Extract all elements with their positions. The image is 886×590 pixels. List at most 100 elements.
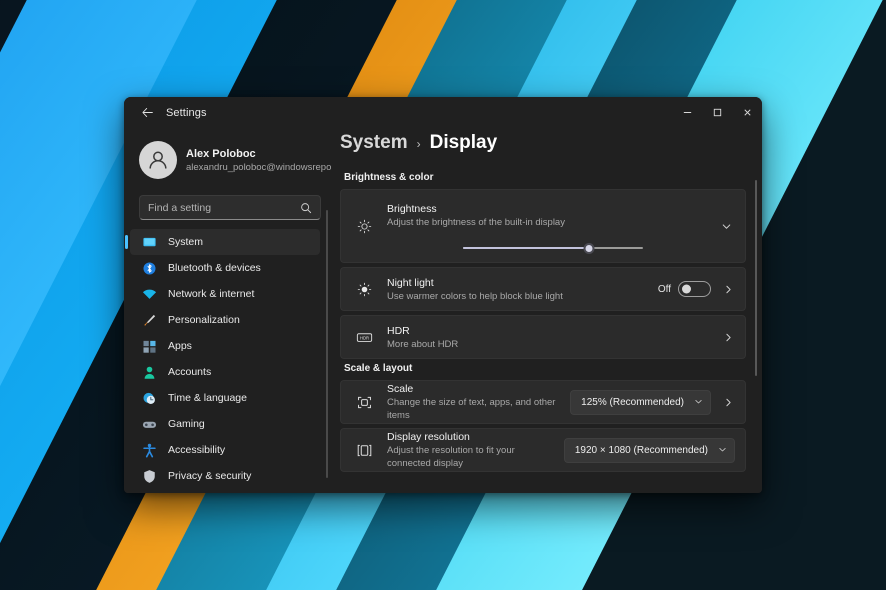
sidebar-item-accounts[interactable]: Accounts xyxy=(130,359,320,385)
expand-brightness-button[interactable] xyxy=(721,190,735,262)
chevron-right-icon xyxy=(725,333,731,341)
card-title: Scale xyxy=(387,383,414,395)
card-title: HDR xyxy=(387,324,410,337)
wifi-icon xyxy=(142,289,157,299)
sidebar-scrollbar[interactable] xyxy=(326,210,328,478)
shield-icon xyxy=(144,469,155,483)
chevron-right-icon xyxy=(725,285,731,293)
maximize-icon xyxy=(713,108,721,117)
sidebar-item-network-internet[interactable]: Network & internet xyxy=(130,281,320,307)
chevron-down-icon xyxy=(718,445,727,456)
avatar xyxy=(139,141,177,179)
chevron-down-icon xyxy=(722,223,731,229)
close-icon xyxy=(743,109,751,116)
chevron-right-icon xyxy=(725,398,731,406)
card-subtitle: Adjust the brightness of the built-in di… xyxy=(387,217,565,228)
sidebar-item-accessibility[interactable]: Accessibility xyxy=(130,437,320,463)
setting-card-night-light[interactable]: Night light Use warmer colors to help blo… xyxy=(340,267,746,311)
open-scale-button[interactable] xyxy=(721,398,735,407)
account-tile[interactable]: Alex Poloboc alexandru_poloboc@windowsre… xyxy=(130,128,332,186)
chevron-down-icon xyxy=(695,399,702,403)
card-text: HDR More about HDR xyxy=(387,324,711,351)
search-input[interactable] xyxy=(148,201,300,214)
setting-card-hdr[interactable]: HDR HDR More about HDR xyxy=(340,315,746,359)
sidebar-item-label: Gaming xyxy=(168,418,205,430)
resolution-icon xyxy=(353,439,375,461)
sidebar-item-system[interactable]: System xyxy=(125,229,320,255)
display-resolution-dropdown[interactable]: 1920 × 1080 (Recommended) xyxy=(563,437,735,463)
card-subtitle: Adjust the resolution to fit your connec… xyxy=(387,445,515,469)
sidebar-item-bluetooth-devices[interactable]: Bluetooth & devices xyxy=(130,255,320,281)
accessibility-person-icon xyxy=(141,442,158,459)
slider-thumb[interactable] xyxy=(583,242,595,254)
window-body: Alex Poloboc alexandru_poloboc@windowsre… xyxy=(124,128,762,493)
desktop-wallpaper: Settings Alex Poloboc alexandru_poloboc@… xyxy=(0,0,886,590)
card-text: Scale Change the size of text, apps, and … xyxy=(387,382,560,422)
account-person-icon xyxy=(141,364,158,381)
sidebar-item-time-language[interactable]: Time & language xyxy=(130,385,320,411)
setting-card-brightness[interactable]: Brightness Adjust the brightness of the b… xyxy=(340,189,746,263)
window-titlebar: Settings xyxy=(124,97,762,128)
back-arrow-icon xyxy=(141,107,153,118)
search-box[interactable] xyxy=(139,195,321,220)
sidebar: Alex Poloboc alexandru_poloboc@windowsre… xyxy=(124,128,332,493)
back-button[interactable] xyxy=(132,102,162,124)
monitor-icon xyxy=(141,234,158,251)
toggle-state-label: Off xyxy=(657,283,671,295)
chevron-down-icon xyxy=(694,397,703,408)
scale-icon xyxy=(357,396,371,408)
sidebar-item-label: Personalization xyxy=(168,314,240,326)
sidebar-item-label: Privacy & security xyxy=(168,470,252,482)
brightness-sun-icon xyxy=(357,219,371,233)
sidebar-item-label: Accessibility xyxy=(168,444,226,456)
monitor-icon xyxy=(143,237,156,246)
account-email: alexandru_poloboc@windowsreport... xyxy=(186,161,332,173)
apps-grid-icon xyxy=(143,340,156,353)
gamepad-icon xyxy=(142,421,157,428)
bluetooth-icon xyxy=(141,260,158,277)
resolution-icon xyxy=(357,444,371,456)
person-avatar-icon xyxy=(149,151,167,169)
setting-card-scale[interactable]: Scale Change the size of text, apps, and … xyxy=(340,380,746,424)
account-name: Alex Poloboc xyxy=(186,147,256,160)
scale-dropdown[interactable]: 125% (Recommended) xyxy=(570,389,711,415)
brightness-sun-icon xyxy=(353,190,375,262)
sidebar-item-apps[interactable]: Apps xyxy=(130,333,320,359)
card-subtitle: More about HDR xyxy=(387,338,459,350)
hdr-badge-icon: HDR xyxy=(353,326,375,348)
brightness-slider[interactable] xyxy=(463,242,643,254)
sidebar-item-gaming[interactable]: Gaming xyxy=(130,411,320,437)
settings-sections: Brightness & color Brightness Adjust the b… xyxy=(340,172,762,472)
breadcrumb-root[interactable]: System xyxy=(340,132,408,154)
sidebar-nav: System Bluetooth & devices Network & inter… xyxy=(125,229,332,489)
maximize-button[interactable] xyxy=(702,97,732,128)
bluetooth-icon xyxy=(143,262,156,274)
window-controls xyxy=(672,97,762,128)
minimize-button[interactable] xyxy=(672,97,702,128)
open-night-light-button[interactable] xyxy=(721,285,735,294)
window-title: Settings xyxy=(166,106,207,119)
minimize-icon xyxy=(683,112,691,113)
card-text: Night light Use warmer colors to help blo… xyxy=(387,276,648,303)
breadcrumb: System › Display xyxy=(340,128,762,168)
hdr-badge-icon: HDR xyxy=(356,332,372,342)
account-person-icon xyxy=(144,366,155,379)
sidebar-item-privacy-security[interactable]: Privacy & security xyxy=(130,463,320,489)
card-title: Display resolution xyxy=(387,431,470,443)
content-scrollbar[interactable] xyxy=(754,180,757,376)
svg-text:HDR: HDR xyxy=(359,335,368,340)
card-text: Display resolution Adjust the resolution … xyxy=(387,430,554,470)
sidebar-item-personalization[interactable]: Personalization xyxy=(130,307,320,333)
open-hdr-button[interactable] xyxy=(721,333,735,342)
page-title: Display xyxy=(429,132,498,153)
card-title: Night light xyxy=(387,276,434,289)
close-button[interactable] xyxy=(732,97,762,128)
apps-grid-icon xyxy=(141,338,158,355)
night-light-toggle[interactable] xyxy=(678,281,711,297)
section-title: Brightness & color xyxy=(344,172,434,183)
sidebar-item-label: Network & internet xyxy=(168,288,255,300)
toggle-knob xyxy=(682,284,691,294)
card-subtitle: Change the size of text, apps, and other… xyxy=(387,397,556,421)
night-light-icon xyxy=(357,282,371,296)
setting-card-display-resolution[interactable]: Display resolution Adjust the resolution … xyxy=(340,428,746,472)
